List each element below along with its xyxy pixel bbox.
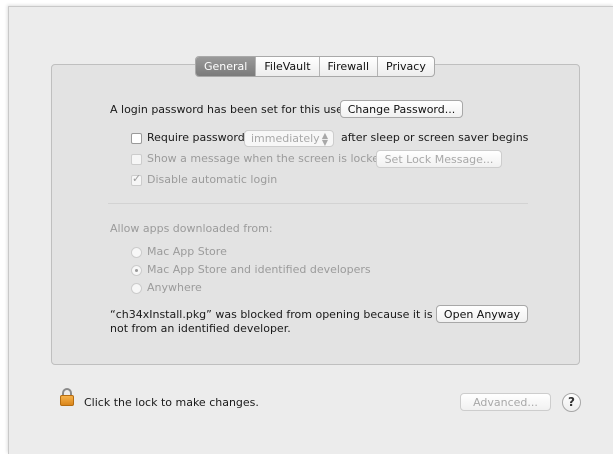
advanced-button[interactable]: Advanced... — [460, 393, 551, 411]
select-arrows-icon: ▲ ▼ — [321, 131, 328, 147]
require-password-suffix: after sleep or screen saver begins — [341, 131, 529, 144]
tab-general[interactable]: General — [196, 57, 256, 76]
show-message-label: Show a message when the screen is locked — [147, 152, 387, 165]
checkmark-icon: ✓ — [132, 172, 142, 185]
radio-identified-developers[interactable] — [131, 265, 142, 276]
lock-body — [60, 395, 74, 406]
radio-mac-app-store-label: Mac App Store — [147, 245, 227, 258]
radio-anywhere-label: Anywhere — [147, 281, 202, 294]
help-icon[interactable]: ? — [562, 393, 581, 412]
blocked-message-line2: not from an identified developer. — [110, 322, 291, 335]
tab-privacy[interactable]: Privacy — [377, 57, 434, 76]
disable-autologin-label: Disable automatic login — [147, 173, 278, 186]
tab-firewall[interactable]: Firewall — [318, 57, 377, 76]
radio-selected-dot — [135, 269, 138, 272]
require-password-delay-value: immediately — [251, 132, 320, 145]
tab-filevault[interactable]: FileVault — [255, 57, 318, 76]
radio-mac-app-store[interactable] — [131, 247, 142, 258]
disable-autologin-checkbox[interactable]: ✓ — [131, 172, 142, 186]
section-divider — [108, 203, 528, 204]
lock-instruction-text: Click the lock to make changes. — [84, 396, 259, 409]
lock-icon[interactable] — [60, 388, 74, 406]
radio-identified-developers-label: Mac App Store and identified developers — [147, 263, 371, 276]
radio-anywhere[interactable] — [131, 283, 142, 294]
blocked-message-line1: “ch34xInstall.pkg” was blocked from open… — [110, 308, 433, 321]
downloads-heading: Allow apps downloaded from: — [110, 222, 273, 235]
open-anyway-button[interactable]: Open Anyway — [436, 305, 528, 323]
set-lock-message-button[interactable]: Set Lock Message... — [376, 150, 502, 168]
tab-bar: General FileVault Firewall Privacy — [195, 56, 435, 77]
change-password-button[interactable]: Change Password... — [340, 100, 463, 118]
show-message-checkbox[interactable] — [131, 154, 142, 165]
require-password-checkbox[interactable] — [131, 133, 142, 144]
login-password-text: A login password has been set for this u… — [110, 103, 348, 116]
require-password-delay-select[interactable]: immediately ▲ ▼ — [244, 130, 334, 147]
require-password-label: Require password — [147, 131, 245, 144]
